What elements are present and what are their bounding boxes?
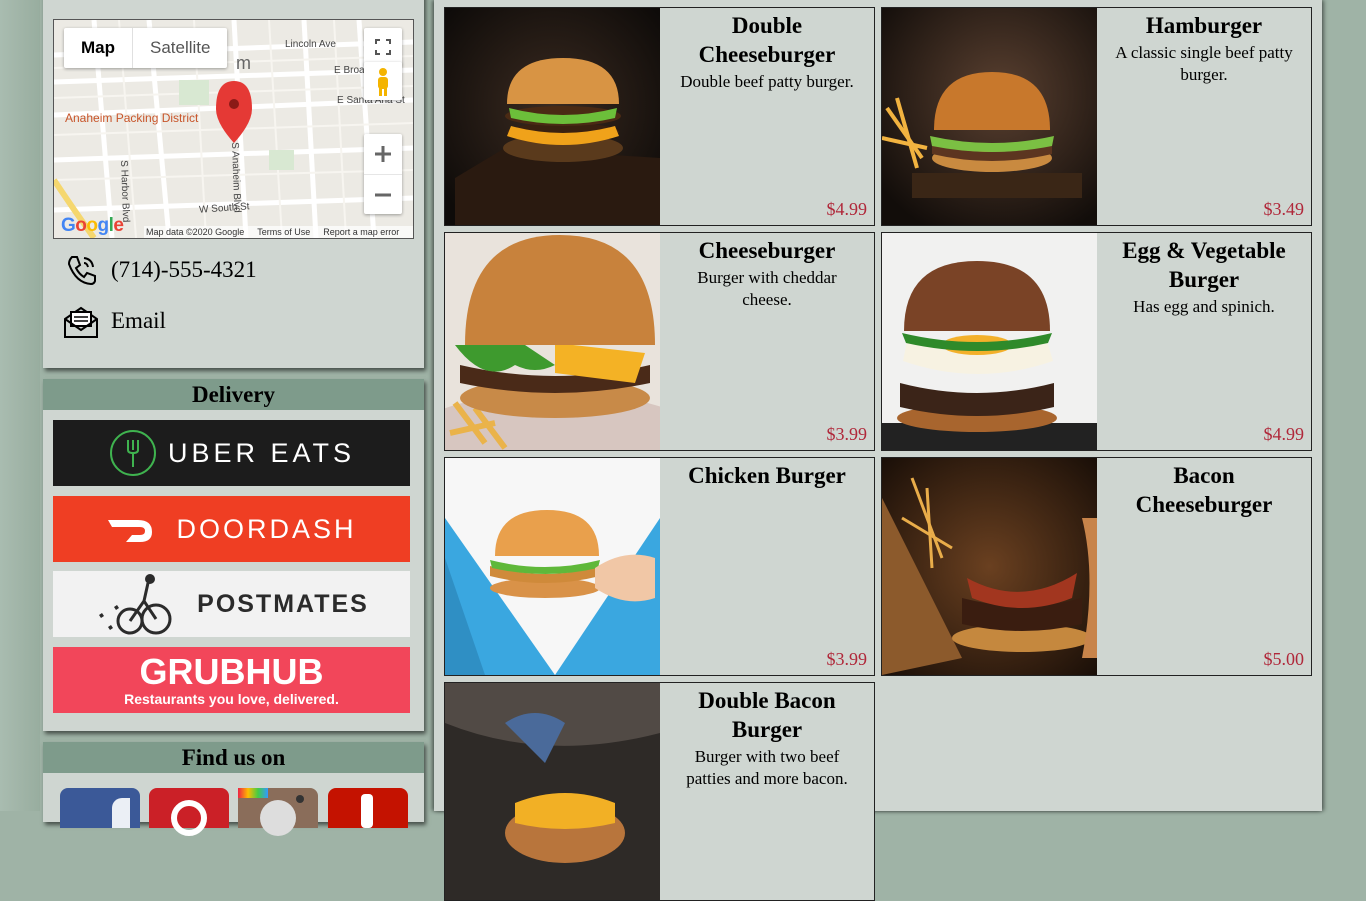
street-view-pegman[interactable] [364,62,402,100]
pinterest-icon[interactable] [149,788,229,836]
street-label-harbor: S Harbor Blvd [118,160,132,223]
zoom-in-button[interactable] [364,134,402,174]
terms-link[interactable]: Terms of Use [257,226,310,238]
menu-item-price: $3.99 [826,649,868,669]
menu-item-price: $4.99 [826,199,868,219]
menu-item-description: A classic single beef patty burger. [1115,43,1293,84]
minus-icon [375,193,391,197]
menu-card[interactable]: Egg & Vegetable Burger Has egg and spini… [881,232,1312,451]
menu-card-info: Chicken Burger $3.99 [660,458,874,675]
menu-card[interactable]: Hamburger A classic single beef patty bu… [881,7,1312,226]
menu-card-info: Double Cheeseburger Double beef patty bu… [660,8,874,225]
menu-item-name: Cheeseburger [698,238,836,263]
menu-item-name: Hamburger [1145,13,1263,38]
grubhub-label: GRUBHUB [139,651,324,692]
facebook-icon[interactable] [60,788,140,828]
doordash-icon [108,520,153,542]
egg-vegetable-burger-photo [882,233,1097,450]
phone-row[interactable]: (714)-555-4321 [63,252,257,288]
pegman-icon [378,68,388,96]
fullscreen-icon [375,39,391,55]
doordash-label: DOORDASH [176,513,357,544]
menu-card-info: Double Bacon Burger Burger with two beef… [660,683,874,900]
delivery-panel: Delivery UBER EATS DOORDASH POSTMATES GR… [43,379,424,731]
menu-item-name: Bacon Cheeseburger [1135,463,1273,517]
map-type-toggle: Map Satellite [64,28,228,68]
double-cheeseburger-photo [445,8,660,225]
google-logo: Google [61,215,124,236]
phone-icon [67,256,96,286]
fullscreen-button[interactable] [364,28,402,66]
postmates-label: POSTMATES [197,589,369,618]
delivery-heading: Delivery [43,379,424,410]
menu-card[interactable]: Cheeseburger Burger with cheddar cheese.… [444,232,875,451]
email-row[interactable]: Email [63,303,166,339]
bacon-cheeseburger-photo [882,458,1097,675]
postmates-courier-icon [99,574,172,635]
find-us-heading: Find us on [43,742,424,773]
uber-eats-fork-icon [109,430,156,476]
email-icon [64,306,98,338]
menu-item-price: $5.00 [1263,649,1305,669]
uber-eats-label: UBER EATS [167,437,356,468]
menu-item-name: Double Cheeseburger [698,13,836,67]
menu-card-info: Hamburger A classic single beef patty bu… [1097,8,1311,225]
menu-card[interactable]: Double Cheeseburger Double beef patty bu… [444,7,875,226]
menu-item-description: Burger with cheddar cheese. [697,268,837,309]
find-us-panel: Find us on [43,742,424,836]
cheeseburger-photo [445,233,660,450]
map-type-satellite-button[interactable]: Satellite [133,28,227,68]
phone-number: (714)-555-4321 [111,257,257,282]
hamburger-photo [882,8,1097,225]
menu-item-price: $3.99 [826,424,868,444]
map-place-fragment: m [236,53,251,73]
double-bacon-burger-photo [445,683,660,900]
menu-item-description: Burger with two beef patties and more ba… [686,747,848,788]
yelp-icon[interactable] [328,788,408,828]
menu-card-info: Egg & Vegetable Burger Has egg and spini… [1097,233,1311,450]
menu-card-info: Cheeseburger Burger with cheddar cheese.… [660,233,874,450]
street-label-lincoln: Lincoln Ave [285,39,336,50]
menu-card[interactable]: Double Bacon Burger Burger with two beef… [444,682,875,901]
report-map-error-link[interactable]: Report a map error [323,226,399,238]
menu-card[interactable]: Chicken Burger $3.99 [444,457,875,676]
contact-panel: Map Satellite m Lincoln Ave E Broadway E… [43,0,424,368]
menu-card[interactable]: Bacon Cheeseburger $5.00 [881,457,1312,676]
zoom-controls [364,134,402,214]
instagram-icon[interactable] [238,788,318,836]
chicken-burger-photo [445,458,660,675]
map-place-label: Anaheim Packing District [65,111,199,125]
doordash-button[interactable]: DOORDASH [53,496,410,562]
grubhub-button[interactable]: GRUBHUB Restaurants you love, delivered. [53,647,410,713]
menu-item-name: Chicken Burger [688,463,846,488]
map-type-map-button[interactable]: Map [64,28,133,68]
plus-icon [375,146,391,162]
menu-card-info: Bacon Cheeseburger $5.00 [1097,458,1311,675]
menu-item-description: Double beef patty burger. [680,72,854,91]
menu-item-price: $3.49 [1263,199,1305,219]
map-footer: Map data ©2020 Google Terms of Use Repor… [144,226,413,238]
menu-item-description: Has egg and spinich. [1133,297,1275,316]
grubhub-tagline: Restaurants you love, delivered. [124,691,339,707]
email-link: Email [111,308,166,333]
zoom-out-button[interactable] [364,174,402,215]
menu-item-name: Double Bacon Burger [698,688,836,742]
page-gutter [0,0,40,811]
location-map[interactable]: Map Satellite m Lincoln Ave E Broadway E… [53,19,414,239]
map-data-credit: Map data ©2020 Google [146,227,245,237]
uber-eats-button[interactable]: UBER EATS [53,420,410,486]
menu-item-price: $4.99 [1263,424,1305,444]
postmates-button[interactable]: POSTMATES [53,571,410,637]
menu-item-name: Egg & Vegetable Burger [1122,238,1286,292]
